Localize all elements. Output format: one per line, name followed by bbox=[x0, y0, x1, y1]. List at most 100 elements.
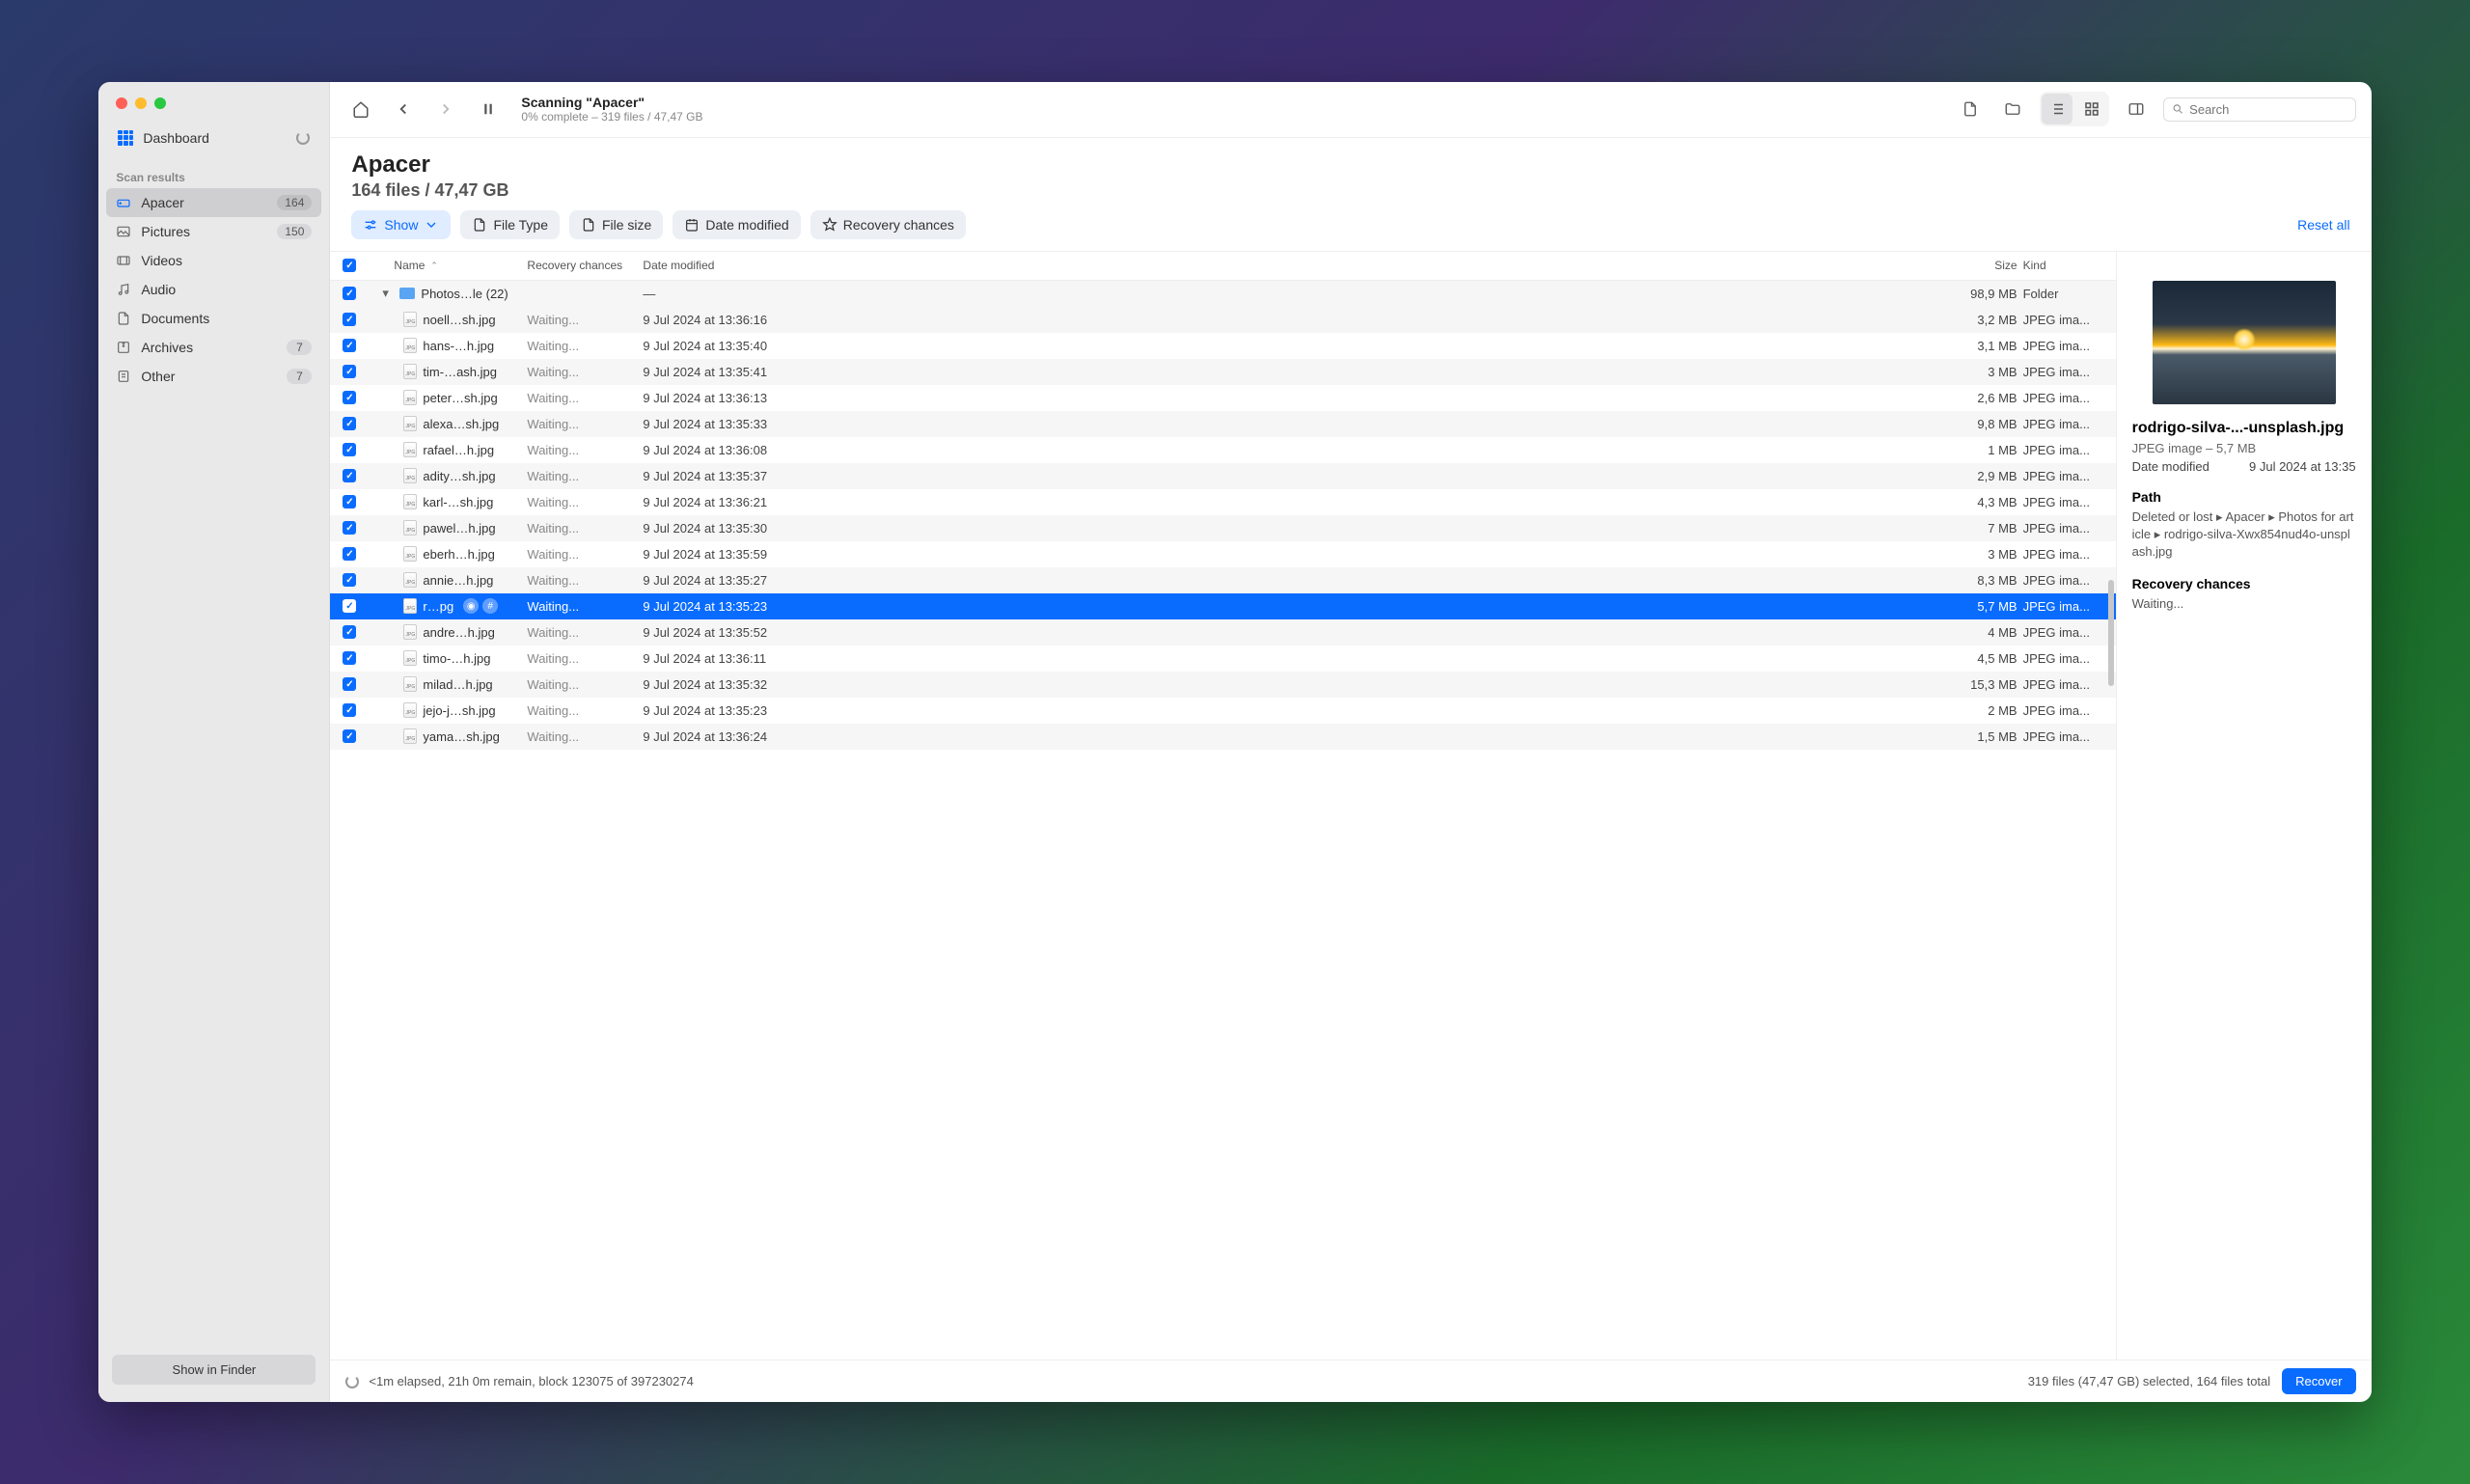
search-box[interactable] bbox=[2163, 97, 2356, 122]
recovery-filter[interactable]: Recovery chances bbox=[810, 210, 966, 239]
pause-scan-button[interactable] bbox=[473, 94, 504, 124]
file-type-filter[interactable]: File Type bbox=[460, 210, 560, 239]
row-checkbox[interactable] bbox=[343, 677, 356, 691]
table-row[interactable]: noell…sh.jpg Waiting... 9 Jul 2024 at 13… bbox=[330, 307, 2115, 333]
file-icon bbox=[403, 390, 417, 405]
sidebar-item-pictures[interactable]: Pictures150 bbox=[106, 217, 321, 246]
back-button[interactable] bbox=[388, 94, 419, 124]
table-row[interactable]: alexa…sh.jpg Waiting... 9 Jul 2024 at 13… bbox=[330, 411, 2115, 437]
row-recovery: Waiting... bbox=[527, 417, 643, 431]
row-kind: JPEG ima... bbox=[2023, 417, 2110, 431]
row-size: 3,1 MB bbox=[1946, 339, 2023, 353]
row-kind: JPEG ima... bbox=[2023, 443, 2110, 457]
row-checkbox[interactable] bbox=[343, 521, 356, 535]
scrollbar[interactable] bbox=[2108, 580, 2114, 686]
date-modified-filter[interactable]: Date modified bbox=[672, 210, 800, 239]
table-row[interactable]: eberh…h.jpg Waiting... 9 Jul 2024 at 13:… bbox=[330, 541, 2115, 567]
row-checkbox[interactable] bbox=[343, 443, 356, 456]
file-icon bbox=[403, 494, 417, 509]
column-recovery[interactable]: Recovery chances bbox=[527, 259, 643, 272]
table-row[interactable]: karl-…sh.jpg Waiting... 9 Jul 2024 at 13… bbox=[330, 489, 2115, 515]
table-row[interactable]: timo-…h.jpg Waiting... 9 Jul 2024 at 13:… bbox=[330, 646, 2115, 672]
table-row[interactable]: peter…sh.jpg Waiting... 9 Jul 2024 at 13… bbox=[330, 385, 2115, 411]
page-title: Apacer bbox=[351, 151, 2349, 179]
table-group-row[interactable]: ▾Photos…le (22) — 98,9 MB Folder bbox=[330, 281, 2115, 307]
table-row[interactable]: tim-…ash.jpg Waiting... 9 Jul 2024 at 13… bbox=[330, 359, 2115, 385]
sidebar-dashboard[interactable]: Dashboard bbox=[108, 123, 319, 153]
forward-button[interactable] bbox=[430, 94, 461, 124]
sidebar-list: Apacer164Pictures150 Videos AudioDocuments… bbox=[98, 188, 329, 1344]
table-row[interactable]: hans-…h.jpg Waiting... 9 Jul 2024 at 13:… bbox=[330, 333, 2115, 359]
column-name[interactable]: Name ⌃ bbox=[363, 259, 527, 272]
row-checkbox[interactable] bbox=[343, 495, 356, 508]
disclosure-triangle-icon[interactable]: ▾ bbox=[382, 286, 394, 301]
new-file-button[interactable] bbox=[1955, 94, 1986, 124]
document-icon bbox=[116, 311, 131, 326]
show-in-finder-button[interactable]: Show in Finder bbox=[112, 1355, 316, 1385]
search-input[interactable] bbox=[2189, 102, 2346, 117]
sidebar-item-label: Apacer bbox=[141, 195, 183, 210]
file-size-label: File size bbox=[602, 217, 651, 233]
table-row[interactable]: yama…sh.jpg Waiting... 9 Jul 2024 at 13:… bbox=[330, 724, 2115, 750]
close-window[interactable] bbox=[116, 97, 127, 109]
table-row[interactable]: rafael…h.jpg Waiting... 9 Jul 2024 at 13… bbox=[330, 437, 2115, 463]
row-checkbox[interactable] bbox=[343, 625, 356, 639]
sidebar-item-documents[interactable]: Documents bbox=[106, 304, 321, 333]
row-checkbox[interactable] bbox=[343, 391, 356, 404]
sidebar-item-other[interactable]: Other7 bbox=[106, 362, 321, 391]
sidebar-item-label: Videos bbox=[141, 253, 182, 268]
sidebar-item-videos[interactable]: Videos bbox=[106, 246, 321, 275]
toggle-sidebar-button[interactable] bbox=[2121, 94, 2152, 124]
folder-button[interactable] bbox=[1997, 94, 2028, 124]
table-row[interactable]: jejo-j…sh.jpg Waiting... 9 Jul 2024 at 1… bbox=[330, 698, 2115, 724]
row-checkbox[interactable] bbox=[343, 573, 356, 587]
row-checkbox[interactable] bbox=[343, 599, 356, 613]
home-button[interactable] bbox=[345, 94, 376, 124]
table-row[interactable]: r…pg◉# Waiting... 9 Jul 2024 at 13:35:23… bbox=[330, 593, 2115, 619]
grid-view-button[interactable] bbox=[2076, 94, 2107, 124]
column-size[interactable]: Size bbox=[1946, 259, 2023, 272]
hex-icon[interactable]: # bbox=[482, 598, 498, 614]
file-icon bbox=[403, 546, 417, 562]
row-name: yama…sh.jpg bbox=[423, 729, 499, 744]
row-date: 9 Jul 2024 at 13:36:11 bbox=[643, 651, 1945, 666]
row-name: Photos…le (22) bbox=[421, 287, 508, 301]
table-row[interactable]: andre…h.jpg Waiting... 9 Jul 2024 at 13:… bbox=[330, 619, 2115, 646]
file-icon bbox=[403, 338, 417, 353]
preview-icon[interactable]: ◉ bbox=[463, 598, 479, 614]
table-row[interactable]: milad…h.jpg Waiting... 9 Jul 2024 at 13:… bbox=[330, 672, 2115, 698]
row-checkbox[interactable] bbox=[343, 365, 356, 378]
reset-all-link[interactable]: Reset all bbox=[2297, 217, 2349, 233]
show-filter[interactable]: Show bbox=[351, 210, 451, 239]
column-kind[interactable]: Kind bbox=[2023, 259, 2110, 272]
row-checkbox[interactable] bbox=[343, 417, 356, 430]
table-row[interactable]: annie…h.jpg Waiting... 9 Jul 2024 at 13:… bbox=[330, 567, 2115, 593]
row-recovery: Waiting... bbox=[527, 521, 643, 536]
row-checkbox[interactable] bbox=[343, 313, 356, 326]
select-all-checkbox[interactable] bbox=[343, 259, 356, 272]
row-kind: JPEG ima... bbox=[2023, 677, 2110, 692]
folder-icon bbox=[399, 288, 415, 299]
row-checkbox[interactable] bbox=[343, 729, 356, 743]
row-checkbox[interactable] bbox=[343, 469, 356, 482]
table-row[interactable]: adity…sh.jpg Waiting... 9 Jul 2024 at 13… bbox=[330, 463, 2115, 489]
row-checkbox[interactable] bbox=[343, 651, 356, 665]
maximize-window[interactable] bbox=[154, 97, 166, 109]
row-checkbox[interactable] bbox=[343, 547, 356, 561]
recover-button[interactable]: Recover bbox=[2282, 1368, 2355, 1394]
row-size: 3,2 MB bbox=[1946, 313, 2023, 327]
column-date[interactable]: Date modified bbox=[643, 259, 1945, 272]
picture-icon bbox=[116, 224, 131, 239]
minimize-window[interactable] bbox=[135, 97, 147, 109]
row-checkbox[interactable] bbox=[343, 339, 356, 352]
sidebar-item-audio[interactable]: Audio bbox=[106, 275, 321, 304]
list-view-button[interactable] bbox=[2042, 94, 2072, 124]
window-controls bbox=[98, 82, 329, 119]
sidebar-item-archives[interactable]: Archives7 bbox=[106, 333, 321, 362]
sidebar-item-apacer[interactable]: Apacer164 bbox=[106, 188, 321, 217]
row-checkbox[interactable] bbox=[343, 287, 356, 300]
file-size-filter[interactable]: File size bbox=[569, 210, 663, 239]
row-checkbox[interactable] bbox=[343, 703, 356, 717]
table-row[interactable]: pawel…h.jpg Waiting... 9 Jul 2024 at 13:… bbox=[330, 515, 2115, 541]
star-icon bbox=[822, 217, 837, 233]
